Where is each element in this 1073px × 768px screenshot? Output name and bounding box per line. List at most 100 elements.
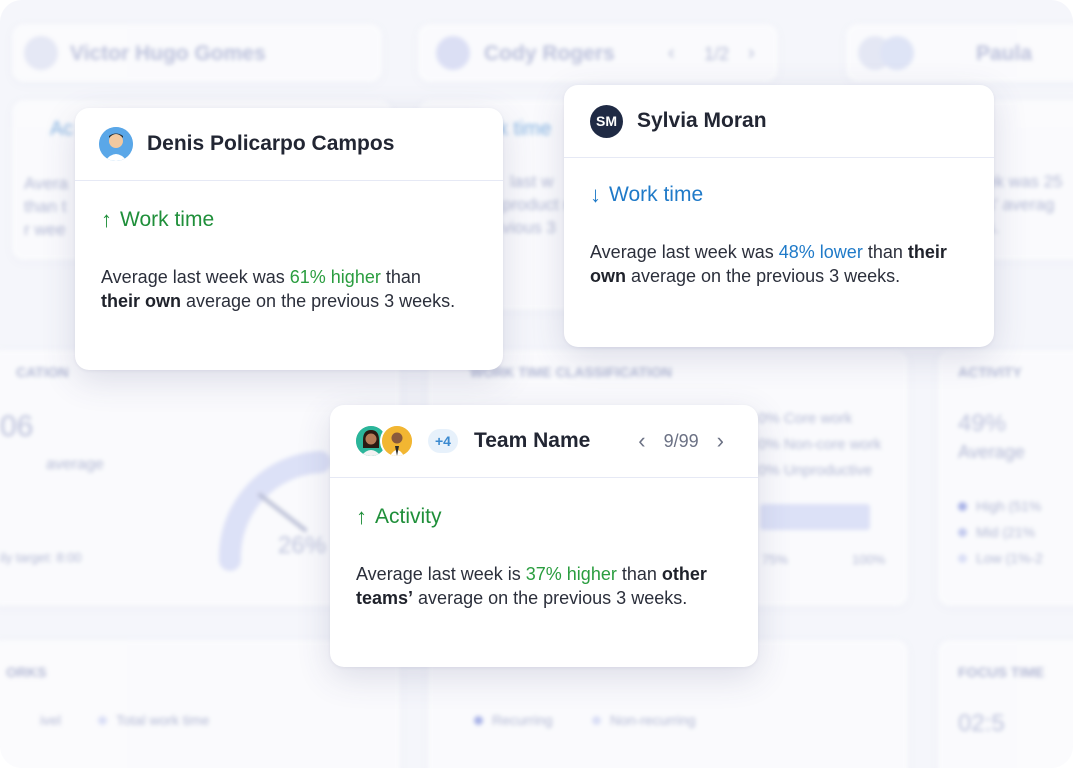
bg-legend: 0% Core work [758,410,853,427]
bg-sub: average [46,456,104,473]
bg-section-title: CATION [16,364,69,380]
metric-title: ↑ Activity [356,504,758,530]
bg-legend-dot [958,528,967,537]
metric-title: ↑ Work time [101,207,503,233]
bg-activity-widget: ACTIVITY 49% Average High (51% Mid (21% … [938,350,1073,606]
bg-pager: 1/2 [704,44,730,64]
text-segment: than [616,564,662,584]
bg-legend: Low (1%-2 [976,550,1043,566]
bg-legend: Mid (21% [976,524,1036,540]
card-header: +4 Team Name ‹ 9/99 › [330,405,758,478]
bg-line: product n [502,195,573,214]
text-segment: average on the previous 3 weeks. [626,266,901,286]
metric-label: Work time [609,183,704,206]
member-avatar-icon [380,424,414,458]
bg-header-name: Cody Rogers [484,42,615,65]
text-segment: average on the previous 3 weeks. [413,588,688,608]
bg-line: last w [510,172,554,191]
bg-legend: 0% Unproductive [758,462,873,479]
bg-legend-dot [958,502,967,511]
bg-header-name: Paula [976,42,1033,65]
bg-sub: Average [958,442,1025,462]
bg-section-title: ORKS [6,664,47,680]
insight-text: Average last week was 48% lower than the… [590,240,985,288]
highlight-value: 48% lower [778,242,863,262]
team-pager: 9/99 [663,430,699,451]
highlight-value: 37% higher [525,564,617,584]
bg-legend-dot [474,716,483,725]
bg-target: ily target: 8:00 [0,550,82,565]
bg-line: r wee [24,220,66,239]
app-frame: Victor Hugo Gomes Cody Rogers ‹ 1/2 › Pa… [0,0,1073,768]
bg-legend: ivel [40,712,62,728]
bg-header-paula: Paula [846,24,1073,82]
text-segment: Average last week was [101,267,290,287]
user-initials-avatar: SM [590,104,623,138]
bg-avatar-icon [436,36,470,70]
bg-legend: Non-recurring [610,712,696,728]
insight-card-team: +4 Team Name ‹ 9/99 › ↑ Activity Average… [330,405,758,667]
bg-prev-icon: ‹ [668,42,675,64]
text-segment: than [380,267,421,287]
team-avatars [354,424,418,458]
insight-text: Average last week is 37% higher than oth… [356,562,746,610]
team-name: Team Name [473,429,591,452]
bold-segment: their own [101,291,181,311]
bg-line: Avera [24,174,69,193]
bg-value: 02:5 [958,710,1005,737]
insight-card-sylvia: SM Sylvia Moran ↓ Work time Average last… [564,85,994,347]
insight-text: Average last week was 61% higher than th… [101,265,491,313]
bg-line: s' averag [986,195,1055,214]
bg-header-victor: Victor Hugo Gomes [12,24,382,82]
extra-members-badge[interactable]: +4 [428,429,458,453]
text-segment: than [862,242,908,262]
bg-legend: Recurring [492,712,553,728]
card-body: ↑ Activity Average last week is 37% high… [330,478,758,610]
card-header: SM Sylvia Moran [564,85,994,158]
text-segment: Average last week was [590,242,779,262]
bg-legend: High (51% [976,498,1042,514]
card-header: Denis Policarpo Campos [75,108,503,181]
highlight-value: 61% higher [289,267,381,287]
bg-bar [760,504,870,530]
card-body: ↑ Work time Average last week was 61% hi… [75,181,503,313]
metric-label: Activity [375,505,442,528]
bg-section-title: ACTIVITY [958,364,1022,380]
bg-line: vious 3 [502,218,556,237]
bg-axis-label: 100% [852,552,886,567]
bg-line: ek was 25 [986,172,1063,191]
bg-header-name: Victor Hugo Gomes [70,42,266,65]
metric-label: Work time [120,208,215,231]
bg-legend: 0% Non-core work [758,436,882,453]
arrow-up-icon: ↑ [356,504,367,529]
bg-value: 49% [958,410,1007,437]
bg-value: 06 [0,410,34,443]
user-name: Sylvia Moran [637,109,767,132]
chevron-right-icon[interactable]: › [717,428,724,454]
bold-segment: other [661,564,707,584]
text-segment: average on the previous 3 weeks. [181,291,456,311]
arrow-up-icon: ↑ [101,207,112,232]
bg-next-icon: › [748,42,755,64]
bg-section-title: FOCUS TIME [958,664,1045,680]
user-name: Denis Policarpo Campos [147,132,395,155]
chevron-left-icon[interactable]: ‹ [638,428,645,454]
bg-line: Ac [50,118,74,140]
metric-title: ↓ Work time [590,182,994,208]
bold-segment: their [907,242,947,262]
bg-avatar-icon [880,36,914,70]
bg-focus-widget: FOCUS TIME 02:5 [938,640,1073,768]
bg-gauge-value: 26% [278,532,327,559]
text-segment: Average last week is [356,564,526,584]
insight-card-denis: Denis Policarpo Campos ↑ Work time Avera… [75,108,503,370]
bg-line: k time [498,118,552,140]
user-avatar-icon [99,127,133,161]
bg-axis-label: 75% [762,552,789,567]
arrow-down-icon: ↓ [590,182,601,207]
bg-header-cody: Cody Rogers ‹ 1/2 › [418,24,778,82]
bg-legend-dot [958,554,967,563]
bg-legend-dot [98,716,107,725]
bg-line: than t [24,197,67,216]
bold-segment: teams’ [356,588,414,608]
bg-avatar-icon [24,36,58,70]
